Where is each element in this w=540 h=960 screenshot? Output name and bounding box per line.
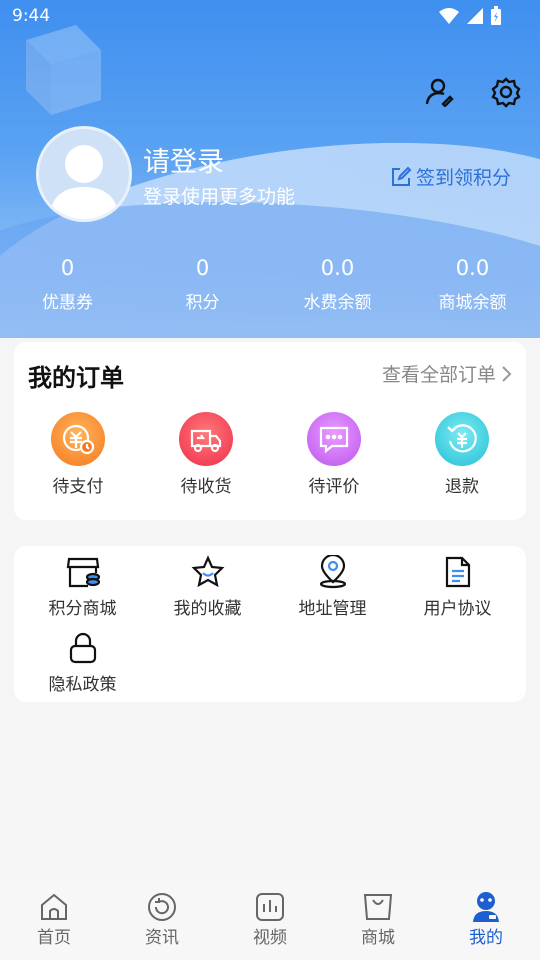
stat-value: 0 — [60, 256, 75, 280]
signal-icon — [467, 8, 483, 24]
service-label: 地址管理 — [298, 599, 367, 619]
order-label: 待评价 — [308, 477, 360, 497]
service-user-agreement[interactable]: 用户协议 — [389, 554, 526, 620]
chevron-right-icon — [502, 365, 512, 382]
service-favorites[interactable]: 我的收藏 — [139, 554, 276, 620]
order-pending-payment[interactable]: 待支付 — [14, 412, 142, 497]
user-edit-button[interactable] — [422, 74, 458, 110]
avatar[interactable] — [36, 126, 132, 222]
location-pin-icon — [319, 555, 346, 589]
order-refund[interactable]: 退款 — [398, 412, 526, 497]
stat-value: 0 — [195, 256, 210, 280]
star-icon — [191, 555, 224, 588]
comment-icon — [307, 412, 361, 466]
order-label: 退款 — [445, 477, 479, 497]
order-status-row: 待支付 待收货 待评价 退款 — [14, 412, 526, 497]
view-all-orders-link[interactable]: 查看全部订单 — [382, 360, 512, 387]
service-label: 积分商城 — [48, 599, 117, 619]
order-pending-review[interactable]: 待评价 — [270, 412, 398, 497]
pending-payment-icon — [51, 412, 105, 466]
status-icons — [438, 6, 502, 26]
bottom-nav: 首页 资讯 视频 商城 我的 — [0, 880, 540, 960]
nav-label: 我的 — [469, 928, 503, 948]
nav-news[interactable]: 资讯 — [108, 880, 216, 960]
refund-icon — [435, 412, 489, 466]
nav-label: 首页 — [37, 928, 71, 948]
nav-profile[interactable]: 我的 — [432, 880, 540, 960]
stats-row: 0 优惠券 0 积分 0.0 水费余额 0.0 商城余额 — [0, 256, 540, 313]
home-icon — [41, 893, 67, 920]
profile-icon — [473, 892, 499, 922]
shopping-bag-icon — [363, 894, 393, 920]
login-title[interactable]: 请登录 — [143, 140, 224, 179]
nav-mall[interactable]: 商城 — [324, 880, 432, 960]
service-points-mall[interactable]: 积分商城 — [14, 554, 151, 620]
orders-card: 我的订单 查看全部订单 待支付 待收货 待评价 退款 — [14, 342, 526, 520]
sign-in-label: 签到领积分 — [416, 167, 512, 189]
stat-coupons[interactable]: 0 优惠券 — [0, 256, 135, 313]
order-label: 待收货 — [180, 477, 232, 497]
stat-label: 商城余额 — [438, 293, 507, 313]
stat-label: 积分 — [185, 293, 220, 313]
stat-label: 优惠券 — [42, 293, 93, 313]
service-label: 我的收藏 — [173, 599, 242, 619]
profile-header: 9:44 请登录 登录使用更多功能 签到领积分 0 优惠券 0 积分 0.0 水… — [0, 0, 540, 338]
nav-label: 视频 — [253, 928, 287, 948]
service-address[interactable]: 地址管理 — [264, 554, 401, 620]
services-grid: 积分商城 我的收藏 地址管理 用户协议 — [14, 554, 526, 620]
nav-label: 商城 — [361, 928, 395, 948]
nav-home[interactable]: 首页 — [0, 880, 108, 960]
gear-icon — [491, 77, 521, 108]
service-label: 隐私政策 — [48, 675, 117, 695]
edit-icon — [392, 166, 412, 186]
view-all-label: 查看全部订单 — [381, 364, 496, 386]
stat-water-balance[interactable]: 0.0 水费余额 — [270, 256, 405, 313]
service-label: 用户协议 — [423, 599, 492, 619]
stat-label: 水费余额 — [303, 293, 372, 313]
truck-icon — [179, 412, 233, 466]
decorative-box-icon — [26, 25, 101, 115]
user-edit-icon — [425, 78, 454, 107]
sign-in-button[interactable]: 签到领积分 — [390, 163, 511, 190]
orders-title: 我的订单 — [28, 364, 124, 392]
stat-points[interactable]: 0 积分 — [135, 256, 270, 313]
stat-value: 0.0 — [455, 256, 490, 280]
order-pending-delivery[interactable]: 待收货 — [142, 412, 270, 497]
status-time: 9:44 — [12, 6, 51, 26]
stat-value: 0.0 — [320, 256, 355, 280]
store-icon — [66, 557, 100, 588]
order-label: 待支付 — [52, 477, 104, 497]
video-chart-icon — [256, 893, 284, 921]
nav-video[interactable]: 视频 — [216, 880, 324, 960]
stat-mall-balance[interactable]: 0.0 商城余额 — [405, 256, 540, 313]
services-card: 积分商城 我的收藏 地址管理 用户协议 隐私政策 — [14, 546, 526, 702]
settings-button[interactable] — [488, 74, 524, 110]
wifi-icon — [439, 8, 459, 24]
nav-label: 资讯 — [145, 928, 179, 948]
status-bar: 9:44 — [0, 0, 540, 34]
refresh-icon — [148, 893, 176, 921]
service-privacy-policy[interactable]: 隐私政策 — [14, 630, 151, 696]
document-icon — [445, 556, 470, 588]
battery-icon — [491, 6, 501, 25]
login-subtitle: 登录使用更多功能 — [143, 186, 296, 208]
services-row-2: 隐私政策 — [14, 630, 139, 696]
lock-icon — [69, 632, 96, 664]
default-avatar-icon — [49, 145, 119, 219]
